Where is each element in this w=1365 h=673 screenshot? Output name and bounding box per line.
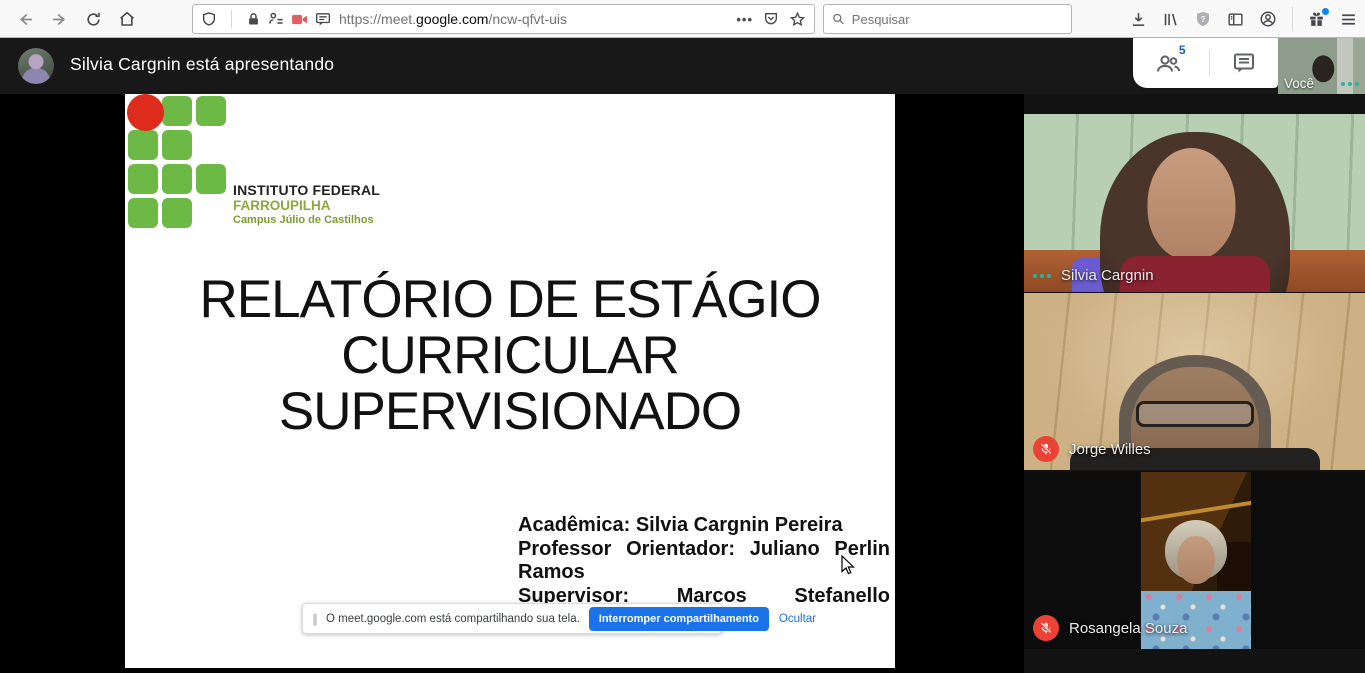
- instituto-federal-logo: INSTITUTO FEDERAL FARROUPILHA Campus Júl…: [128, 96, 488, 236]
- more-options-dots-icon[interactable]: [1341, 82, 1359, 86]
- camera-sharing-icon[interactable]: [291, 12, 308, 27]
- library-icon[interactable]: [1162, 11, 1179, 28]
- meet-controls-pill: 5: [1133, 38, 1278, 88]
- video-tile-silvia[interactable]: Silvia Cargnin: [1024, 114, 1365, 292]
- logo-square: [128, 130, 158, 160]
- meet-stage: INSTITUTO FEDERAL FARROUPILHA Campus Júl…: [0, 94, 1365, 673]
- sidebar-icon[interactable]: [1227, 11, 1244, 28]
- mouse-cursor: [840, 555, 855, 576]
- participant-name: Silvia Cargnin: [1061, 267, 1154, 284]
- participant-figure: [1147, 148, 1235, 260]
- screen-share-bar: ∥ O meet.google.com está compartilhando …: [302, 603, 722, 634]
- speaking-indicator-icon: [1033, 274, 1051, 278]
- participant-name: Jorge Willes: [1069, 441, 1151, 458]
- reload-icon: [85, 11, 102, 28]
- chat-button[interactable]: [1232, 51, 1256, 75]
- account-icon[interactable]: [1259, 10, 1277, 28]
- logo-square: [196, 164, 226, 194]
- notification-dot: [1322, 8, 1329, 15]
- self-video-label: Você: [1284, 76, 1314, 91]
- mic-muted-badge: [1033, 615, 1059, 641]
- back-button[interactable]: [12, 7, 38, 31]
- logo-square: [196, 96, 226, 126]
- share-message: O meet.google.com está compartilhando su…: [326, 613, 580, 625]
- forward-icon: [51, 11, 68, 28]
- slide-credits: Acadêmica: Silvia Cargnin Pereira Profes…: [518, 514, 890, 608]
- logo-square: [162, 198, 192, 228]
- participant-count: 5: [1179, 43, 1186, 57]
- url-bar[interactable]: https://meet.google.com/ncw-qfvt-uis •••: [192, 4, 815, 34]
- pocket-icon[interactable]: [763, 11, 779, 27]
- mic-off-icon: [1039, 621, 1053, 635]
- speech-bubble-icon[interactable]: [315, 12, 331, 27]
- reload-button[interactable]: [80, 7, 106, 31]
- meet-header: Silvia Cargnin está apresentando 5 Você: [0, 38, 1365, 94]
- search-icon: [832, 12, 845, 26]
- forward-button[interactable]: [46, 7, 72, 31]
- lock-icon[interactable]: [246, 12, 261, 27]
- urlbar-divider: [231, 10, 232, 28]
- drag-handle-icon[interactable]: ∥: [312, 612, 318, 626]
- logo-square: [128, 198, 158, 228]
- presenter-avatar: [18, 48, 54, 84]
- page-actions-more-icon[interactable]: •••: [736, 12, 753, 27]
- participants-button[interactable]: 5: [1155, 51, 1188, 75]
- logo-institution-branch: FARROUPILHA: [233, 198, 380, 214]
- pill-divider: [1209, 50, 1210, 76]
- stop-sharing-button[interactable]: Interromper compartilhamento: [589, 607, 769, 631]
- browser-toolbar: https://meet.google.com/ncw-qfvt-uis •••…: [0, 0, 1365, 38]
- video-tile-jorge[interactable]: Jorge Willes: [1024, 293, 1365, 470]
- chat-icon: [1232, 51, 1256, 75]
- participants-icon: [1155, 51, 1181, 75]
- participant-name: Rosangela Souza: [1069, 620, 1187, 637]
- logo-campus-name: Campus Júlio de Castilhos: [233, 214, 380, 227]
- menu-icon[interactable]: [1340, 12, 1357, 27]
- logo-red-circle: [127, 94, 164, 131]
- back-icon: [17, 11, 34, 28]
- logo-institution-name: INSTITUTO FEDERAL: [233, 182, 380, 198]
- presenting-banner: Silvia Cargnin está apresentando: [70, 54, 334, 75]
- participant-figure: [1136, 401, 1254, 427]
- toolbar-divider: [1292, 7, 1293, 31]
- logo-square: [128, 164, 158, 194]
- presentation-slide: INSTITUTO FEDERAL FARROUPILHA Campus Júl…: [125, 94, 895, 668]
- shield-question-icon[interactable]: ?: [1194, 10, 1212, 28]
- bookmark-star-icon[interactable]: [789, 11, 806, 28]
- home-icon: [118, 10, 136, 28]
- downloads-icon[interactable]: [1130, 11, 1147, 28]
- logo-square: [162, 130, 192, 160]
- mic-off-icon: [1039, 442, 1053, 456]
- home-button[interactable]: [114, 7, 140, 31]
- search-input[interactable]: [852, 12, 1063, 27]
- video-tile-rosangela[interactable]: Rosangela Souza: [1024, 472, 1365, 649]
- participants-panel: Silvia Cargnin Jorge Willes: [1024, 94, 1365, 673]
- mic-muted-badge: [1033, 436, 1059, 462]
- url-text: https://meet.google.com/ncw-qfvt-uis: [339, 11, 728, 27]
- logo-square: [162, 164, 192, 194]
- tracking-protection-shield-icon[interactable]: [201, 11, 217, 27]
- extension-gift-button[interactable]: [1308, 11, 1325, 28]
- search-bar[interactable]: [823, 4, 1072, 34]
- slide-title: RELATÓRIO DE ESTÁGIO CURRICULAR SUPERVIS…: [125, 272, 895, 440]
- self-video-tile[interactable]: Você: [1278, 38, 1365, 94]
- svg-text:?: ?: [1200, 15, 1205, 24]
- hide-share-bar-link[interactable]: Ocultar: [779, 613, 816, 625]
- permissions-icon[interactable]: [268, 11, 284, 27]
- logo-square: [162, 96, 192, 126]
